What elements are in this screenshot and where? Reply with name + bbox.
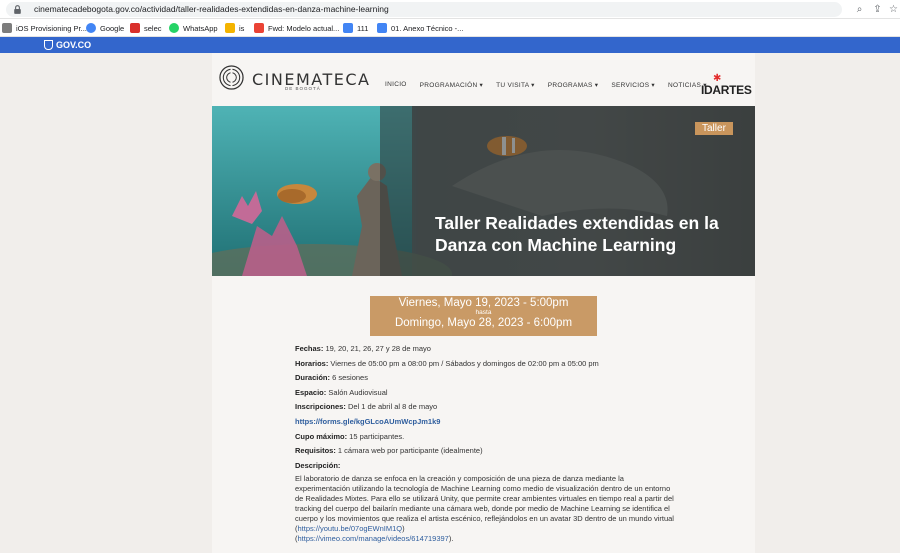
bookmark-google[interactable]: Google [86,22,124,34]
bookmark-label: 01. Anexo Técnico -... [391,23,464,33]
end-date: Domingo, Mayo 28, 2023 - 6:00pm [394,317,573,329]
start-date: Viernes, Mayo 19, 2023 - 5:00pm [398,297,569,309]
detail-fechas: Fechas: 19, 20, 21, 26, 27 y 28 de mayo [295,344,675,359]
detail-descripcion-label: Descripción: [295,461,675,470]
detail-label: Espacio: [295,387,327,397]
bookmark-label: Google [100,23,125,33]
bookmark-is[interactable]: is [225,22,244,34]
cinemateca-logo-icon[interactable] [219,65,244,90]
detail-value: Salón Audiovisual [326,387,388,397]
detail-label: Horarios: [295,358,329,368]
detail-label: Duración: [295,373,331,383]
vimeo-link[interactable]: https://vimeo.com/manage/videos/61471939… [298,534,449,543]
detail-label: Requisitos: [295,446,336,456]
detail-inscripciones: Inscripciones: Del 1 de abril al 8 de ma… [295,402,675,417]
hero-banner: Taller Taller Realidades extendidas en l… [212,106,755,276]
nav-inicio[interactable]: INICIO [385,81,407,89]
site-logo-subtitle: DE BOGOTÁ [285,86,321,91]
detail-value: 15 participantes. [347,431,405,441]
lock-icon[interactable] [12,4,23,15]
detail-label: Cupo máximo: [295,431,348,441]
category-badge: Taller [695,122,733,135]
bookmark-whatsapp[interactable]: WhatsApp [169,22,218,34]
nav-servicios[interactable]: SERVICIOS ▾ [611,81,655,89]
detail-requisitos: Requisitos: 1 cámara web por participant… [295,446,675,461]
bookmark-label: selec [144,23,162,33]
google-icon [86,23,96,33]
bookmark-label: iOS Provisioning Pr... [16,23,87,33]
page-title: Taller Realidades extendidas en la Danza… [435,213,719,255]
shield-icon [44,40,53,50]
doc-icon [343,23,353,33]
detail-cupo: Cupo máximo: 15 participantes. [295,432,675,447]
detail-value: 19, 20, 21, 26, 27 y 28 de mayo [323,344,431,353]
bookmark-label: is [239,23,245,33]
whatsapp-icon [169,23,179,33]
description-end: ). [448,533,454,543]
description-text: El laboratorio de danza se enfoca en la … [295,473,674,543]
bookmark-icon [2,23,12,33]
detail-value: Viernes de 05:00 pm a 08:00 pm / Sábados… [328,358,599,368]
bookmark-label: Fwd: Modelo actual... [268,23,340,33]
detail-label: Inscripciones: [295,402,346,412]
govco-logo[interactable]: GOV.CO [44,40,91,50]
bookmark-label: 111 [357,23,369,33]
bookmark-label: WhatsApp [183,23,218,33]
zoom-icon[interactable]: ⌕ [853,3,866,16]
youtube-link[interactable]: https://youtu.be/07ogEWnIM1Q [298,524,403,533]
registration-form-link[interactable]: https://forms.gle/kgGLcoAUmWcpJm1k9 [295,417,440,426]
detail-value: Del 1 de abril al 8 de mayo [345,402,438,412]
url-text[interactable]: cinematecadebogota.gov.co/actividad/tall… [34,4,389,14]
share-icon[interactable]: ⇪ [871,3,884,16]
main-nav: INICIO PROGRAMACIÓN ▾ TU VISITA ▾ PROGRA… [385,81,707,89]
govco-label: GOV.CO [56,40,92,50]
bookmark-anexo[interactable]: 01. Anexo Técnico -... [377,22,463,34]
govco-bar: GOV.CO [0,37,900,53]
folder-icon [225,23,235,33]
detail-label: Descripción: [295,460,341,470]
detail-espacio: Espacio: Salón Audiovisual [295,388,675,403]
idartes-logo-text: IDARTES [701,83,752,97]
date-separator: hasta [475,309,492,316]
page-content: CINEMATECA DE BOGOTÁ INICIO PROGRAMACIÓN… [212,53,755,553]
idartes-logo[interactable]: ✱ IDARTES [701,74,752,98]
detail-horarios: Horarios: Viernes de 05:00 pm a 08:00 pm… [295,359,675,374]
nav-tu-visita[interactable]: TU VISITA ▾ [496,81,535,89]
detail-duracion: Duración: 6 sesiones [295,373,675,388]
nav-programacion[interactable]: PROGRAMACIÓN ▾ [420,81,483,89]
description-mid: ) [402,523,405,533]
bookmark-selec[interactable]: selec [130,22,162,34]
detail-form-link-row: https://forms.gle/kgGLcoAUmWcpJm1k9 [295,417,675,432]
star-icon [130,23,140,33]
bookmarks-bar: iOS Provisioning Pr... Google selec What… [0,19,900,37]
gmail-icon [254,23,264,33]
address-bar: cinematecadebogota.gov.co/actividad/tall… [0,0,900,19]
detail-label: Fechas: [295,344,324,353]
bookmark-star-icon[interactable]: ☆ [887,3,900,16]
bookmark-111[interactable]: 111 [343,22,368,34]
detail-value: 1 cámara web por participante (idealment… [335,446,483,456]
doc-icon [377,23,387,33]
detail-value: 6 sesiones [330,373,368,383]
bookmark-ios-provisioning[interactable]: iOS Provisioning Pr... [2,22,87,34]
date-range-box: Viernes, Mayo 19, 2023 - 5:00pm hasta Do… [370,296,597,336]
site-header: CINEMATECA DE BOGOTÁ INICIO PROGRAMACIÓN… [212,53,755,106]
nav-programas[interactable]: PROGRAMAS ▾ [548,81,599,89]
event-details: Fechas: 19, 20, 21, 26, 27 y 28 de mayo … [295,344,675,544]
bookmark-gmail[interactable]: Fwd: Modelo actual... [254,22,339,34]
